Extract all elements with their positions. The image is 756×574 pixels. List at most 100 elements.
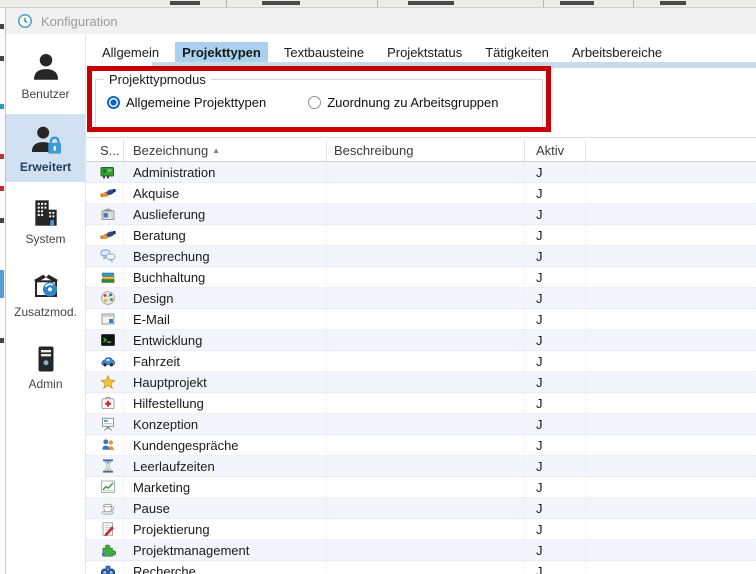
table-row[interactable]: AdministrationJ	[86, 162, 756, 183]
table-row[interactable]: ProjektierungJ	[86, 519, 756, 540]
sidebar-item-benutzer[interactable]: Benutzer	[6, 41, 85, 109]
sidebar-item-label: System	[25, 232, 65, 246]
background-fragment	[408, 1, 454, 5]
table-row[interactable]: ProjektmanagementJ	[86, 540, 756, 561]
radio-option-1[interactable]: Zuordnung zu Arbeitsgruppen	[308, 95, 498, 110]
column-header-aktiv[interactable]: Aktiv	[525, 140, 586, 161]
car-icon	[100, 353, 116, 369]
beschreibung-cell	[327, 204, 525, 224]
table-row[interactable]: PauseJ	[86, 498, 756, 519]
hourglass-icon	[100, 458, 116, 474]
aktiv-cell: J	[525, 330, 586, 350]
beschreibung-cell	[327, 435, 525, 455]
table-row[interactable]: AuslieferungJ	[86, 204, 756, 225]
column-header-bezeichnung[interactable]: Bezeichnung▲	[124, 140, 327, 161]
beschreibung-cell	[327, 477, 525, 497]
table-row[interactable]: HilfestellungJ	[86, 393, 756, 414]
filler-cell	[586, 414, 756, 434]
table-row[interactable]: KundengesprächeJ	[86, 435, 756, 456]
table-row[interactable]: BuchhaltungJ	[86, 267, 756, 288]
tab-projekttypen[interactable]: Projekttypen	[175, 42, 268, 63]
beschreibung-cell	[327, 519, 525, 539]
radio-option-0[interactable]: Allgemeine Projekttypen	[107, 95, 266, 110]
symbol-cell	[86, 267, 124, 287]
tab-textbausteine[interactable]: Textbausteine	[277, 42, 371, 63]
table-row[interactable]: Fahrzeit J	[86, 351, 756, 372]
beschreibung-cell	[327, 267, 525, 287]
bezeichnung-cell: E-Mail	[124, 309, 327, 329]
puzzle-icon	[100, 542, 116, 558]
table-row[interactable]: LeerlaufzeitenJ	[86, 456, 756, 477]
sidebar-item-erweitert[interactable]: Erweitert	[6, 114, 85, 182]
coffee-cup-icon	[100, 500, 116, 516]
table-row[interactable]: Entwicklung J	[86, 330, 756, 351]
window-title: Konfiguration	[41, 14, 118, 29]
table-row[interactable]: Marketing J	[86, 477, 756, 498]
column-header-beschreibung[interactable]: Beschreibung	[327, 140, 525, 161]
table-row[interactable]: BesprechungJ	[86, 246, 756, 267]
radio-button[interactable]	[308, 96, 321, 109]
projekttypen-table: S...Bezeichnung▲BeschreibungAktiv Admini…	[86, 140, 756, 574]
circuit-board-icon	[100, 164, 116, 180]
bezeichnung-cell: Konzeption	[124, 414, 327, 434]
symbol-cell	[86, 498, 124, 518]
symbol-cell	[86, 456, 124, 476]
beschreibung-cell	[327, 561, 525, 574]
beschreibung-cell	[327, 456, 525, 476]
tab-allgemein[interactable]: Allgemein	[95, 42, 166, 63]
sidebar-item-system[interactable]: System	[6, 187, 85, 255]
symbol-cell	[86, 246, 124, 266]
aktiv-cell: J	[525, 183, 586, 203]
radio-button[interactable]	[107, 96, 120, 109]
aktiv-cell: J	[525, 477, 586, 497]
table-row[interactable]: RechercheJ	[86, 561, 756, 574]
filler-cell	[586, 225, 756, 245]
background-fragment	[0, 56, 4, 61]
sidebar-item-zusatzmod[interactable]: Zusatzmod.	[6, 260, 85, 328]
bezeichnung-cell: Fahrzeit	[124, 351, 327, 371]
table-row[interactable]: E-MailJ	[86, 309, 756, 330]
beschreibung-cell	[327, 393, 525, 413]
table-row[interactable]: HauptprojektJ	[86, 372, 756, 393]
filler-cell	[586, 393, 756, 413]
tab-arbeitsbereiche[interactable]: Arbeitsbereiche	[565, 42, 669, 63]
background-fragment	[560, 1, 594, 5]
bezeichnung-cell: Entwicklung	[124, 330, 327, 350]
tab-tätigkeiten[interactable]: Tätigkeiten	[478, 42, 556, 63]
bezeichnung-cell: Marketing	[124, 477, 327, 497]
background-fragment	[0, 104, 4, 109]
window-titlebar[interactable]: Konfiguration	[6, 8, 756, 34]
sort-asc-icon: ▲	[212, 146, 220, 155]
chart-icon	[100, 479, 116, 495]
table-row[interactable]: BeratungJ	[86, 225, 756, 246]
aktiv-cell: J	[525, 540, 586, 560]
tab-bar: Allgemein Projekttypen Textbausteine Projek…	[95, 42, 756, 63]
filler-cell	[586, 183, 756, 203]
table-row[interactable]: KonzeptionJ	[86, 414, 756, 435]
background-fragment	[170, 1, 200, 5]
table-row[interactable]: DesignJ	[86, 288, 756, 309]
people-icon	[100, 437, 116, 453]
sidebar-item-admin[interactable]: Admin	[6, 333, 85, 401]
symbol-cell	[86, 372, 124, 392]
column-header-symbol[interactable]: S...	[86, 140, 124, 161]
easel-icon	[100, 416, 116, 432]
background-fragment	[0, 270, 4, 298]
tab-projektstatus[interactable]: Projektstatus	[380, 42, 469, 63]
filler-cell	[586, 351, 756, 371]
aktiv-cell: J	[525, 351, 586, 371]
bezeichnung-cell: Recherche	[124, 561, 327, 574]
beschreibung-cell	[327, 330, 525, 350]
clock-icon	[17, 13, 33, 29]
groupbox-label: Projekttypmodus	[104, 72, 211, 87]
symbol-cell	[86, 435, 124, 455]
radio-label: Allgemeine Projekttypen	[126, 95, 266, 110]
filler-cell	[586, 162, 756, 182]
table-row[interactable]: AkquiseJ	[86, 183, 756, 204]
first-aid-icon	[100, 395, 116, 411]
symbol-cell	[86, 183, 124, 203]
symbol-cell	[86, 540, 124, 560]
user-lock-icon	[29, 123, 63, 157]
background-fragment	[0, 218, 4, 223]
aktiv-cell: J	[525, 162, 586, 182]
